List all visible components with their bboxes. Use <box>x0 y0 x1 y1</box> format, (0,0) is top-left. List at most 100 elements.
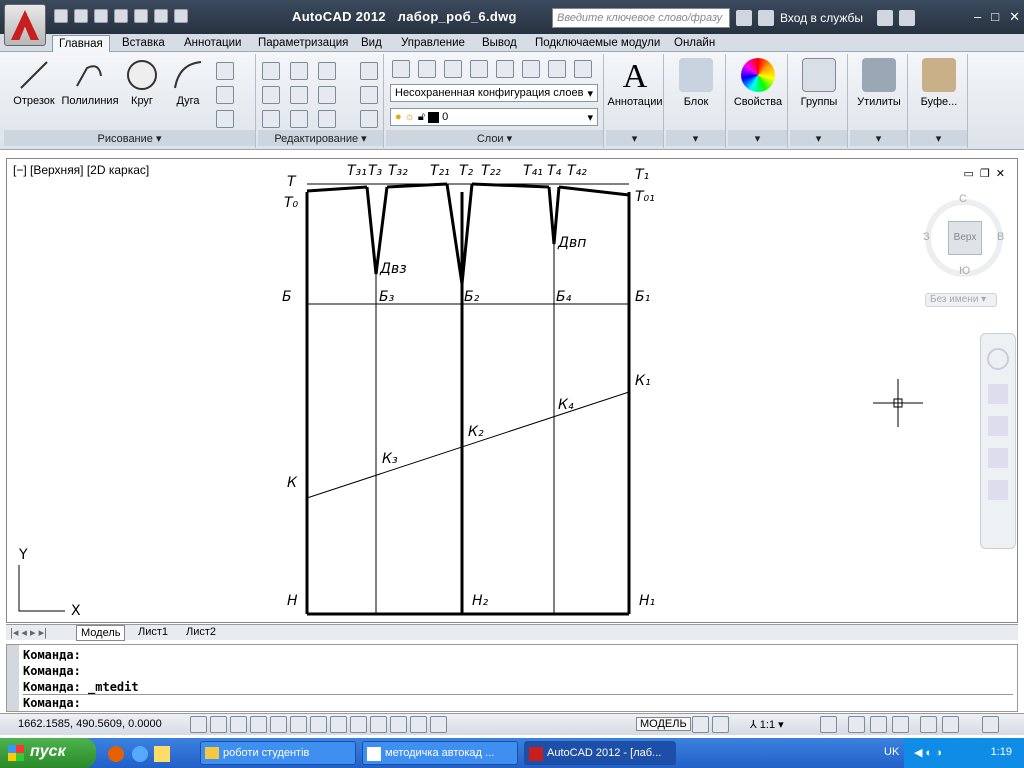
tab-output[interactable]: Вывод <box>476 35 523 52</box>
undo-icon[interactable] <box>154 9 168 23</box>
command-input[interactable]: Команда: <box>23 694 1013 711</box>
tray-icons[interactable]: ◀ ◐ ◑ <box>914 746 958 759</box>
pan-hand-icon[interactable] <box>988 384 1008 404</box>
clipboard-panel[interactable]: Буфе... ▾ <box>910 54 968 148</box>
ducs-icon[interactable] <box>350 716 367 733</box>
login-link[interactable]: Вход в службы <box>780 11 863 25</box>
layer-state-icon[interactable] <box>418 60 436 78</box>
annotation-panel[interactable]: A Аннотации ▾ <box>606 54 664 148</box>
taskbar-autocad-button[interactable]: AutoCAD 2012 - [лаб... <box>524 741 676 765</box>
tab-layout2[interactable]: Лист2 <box>182 626 220 638</box>
close-icon[interactable]: ✕ <box>1009 9 1020 25</box>
tab-nav-arrows[interactable]: |◂ ◂ ▸ ▸| <box>10 626 47 639</box>
modify-panel-title[interactable]: Редактирование ▾ <box>258 130 383 146</box>
command-grip[interactable] <box>7 645 19 711</box>
tab-view[interactable]: Вид <box>355 35 388 52</box>
start-button[interactable]: пуск <box>0 738 96 768</box>
workspace-gear-icon[interactable] <box>848 716 865 733</box>
explode-icon[interactable] <box>360 86 378 104</box>
3dosnap-icon[interactable] <box>310 716 327 733</box>
scale-icon[interactable] <box>290 110 308 128</box>
otrack-icon[interactable] <box>330 716 347 733</box>
viewcube-north[interactable]: С <box>959 193 967 205</box>
ortho-icon[interactable] <box>250 716 267 733</box>
save-as-icon[interactable] <box>114 9 128 23</box>
circle-tool[interactable]: Круг <box>122 58 162 107</box>
tab-parametric[interactable]: Параметризация <box>252 35 354 52</box>
tab-insert[interactable]: Вставка <box>116 35 171 52</box>
tab-home[interactable]: Главная <box>52 35 110 52</box>
save-icon[interactable] <box>94 9 108 23</box>
viewcube-south[interactable]: Ю <box>959 265 970 277</box>
hardware-acceleration-icon[interactable] <box>892 716 909 733</box>
exchange-icon[interactable] <box>877 10 893 26</box>
tab-plugins[interactable]: Подключаемые модули <box>529 35 666 52</box>
taskbar-word-button[interactable]: методичка автокад ... <box>362 741 518 765</box>
model-space-button[interactable]: МОДЕЛЬ <box>636 717 691 731</box>
minimize-icon[interactable]: – <box>974 9 981 25</box>
viewcube-east[interactable]: В <box>997 231 1004 243</box>
line-tool[interactable]: Отрезок <box>10 58 58 107</box>
trim-icon[interactable] <box>318 62 336 80</box>
layer-state-select[interactable]: Несохраненная конфигурация слоев ▾ <box>390 84 598 102</box>
polyline-tool[interactable]: Полилиния <box>60 58 120 107</box>
new-icon[interactable] <box>54 9 68 23</box>
redo-icon[interactable] <box>174 9 188 23</box>
array-icon[interactable] <box>318 110 336 128</box>
annotation-visibility-icon[interactable] <box>820 716 837 733</box>
offset-icon[interactable] <box>360 110 378 128</box>
fillet-icon[interactable] <box>318 86 336 104</box>
showmotion-icon[interactable] <box>988 480 1008 500</box>
tab-online[interactable]: Онлайн <box>668 35 721 52</box>
ucs-menu[interactable]: Без имени ▾ <box>925 293 997 307</box>
annotation-scale[interactable]: ⅄ 1:1 ▾ <box>750 718 784 731</box>
hatch-icon[interactable] <box>216 110 234 128</box>
block-panel[interactable]: Блок ▾ <box>666 54 726 148</box>
restore-icon[interactable]: □ <box>991 9 999 25</box>
tab-model[interactable]: Модель <box>76 625 126 641</box>
tab-annotate[interactable]: Аннотации <box>178 35 247 52</box>
isolate-objects-icon[interactable] <box>920 716 937 733</box>
layer-off-icon[interactable] <box>470 60 488 78</box>
quick-properties-icon[interactable] <box>430 716 447 733</box>
edit-icon[interactable] <box>154 746 170 762</box>
language-indicator[interactable]: UK <box>884 746 899 758</box>
help-icon[interactable] <box>899 10 915 26</box>
drawing-viewport[interactable]: [−] [Верхняя] [2D каркас] Т Т₀ Т₃₁ Т₃ Т₃… <box>6 158 1018 623</box>
orbit-icon[interactable] <box>988 448 1008 468</box>
groups-panel[interactable]: Группы ▾ <box>790 54 848 148</box>
dyn-icon[interactable] <box>370 716 387 733</box>
rotate-icon[interactable] <box>290 62 308 80</box>
arc-tool[interactable]: Дуга <box>168 58 208 107</box>
zoom-extents-icon[interactable] <box>988 416 1008 436</box>
taskbar-folder-button[interactable]: роботи студентів <box>200 741 356 765</box>
properties-panel[interactable]: Свойства ▾ <box>728 54 788 148</box>
quick-view-layouts-icon[interactable] <box>692 716 709 733</box>
firefox-icon[interactable] <box>108 746 124 762</box>
viewcube[interactable]: Верх С Ю З В <box>921 193 1009 281</box>
layer-lock-icon[interactable] <box>522 60 540 78</box>
erase-icon[interactable] <box>360 62 378 80</box>
user-icon[interactable] <box>758 10 774 26</box>
viewport-close-icon[interactable]: ✕ <box>996 167 1005 180</box>
viewport-restore-icon[interactable]: ❐ <box>980 167 990 180</box>
tab-manage[interactable]: Управление <box>395 35 471 52</box>
binoculars-icon[interactable] <box>736 10 752 26</box>
layer-freeze-icon[interactable] <box>496 60 514 78</box>
snap-icon[interactable] <box>210 716 227 733</box>
osnap-icon[interactable] <box>290 716 307 733</box>
infer-constraints-icon[interactable] <box>190 716 207 733</box>
layer-properties-icon[interactable] <box>392 60 410 78</box>
quick-view-drawings-icon[interactable] <box>712 716 729 733</box>
transparency-icon[interactable] <box>410 716 427 733</box>
clean-screen-icon[interactable] <box>982 716 999 733</box>
coordinates-display[interactable]: 1662.1585, 490.5609, 0.0000 <box>18 718 162 730</box>
ie-icon[interactable] <box>132 746 148 762</box>
ellipse-icon[interactable] <box>216 86 234 104</box>
layer-match-icon[interactable] <box>548 60 566 78</box>
draw-panel-title[interactable]: Рисование ▾ <box>4 130 255 146</box>
utilities-panel[interactable]: Утилиты ▾ <box>850 54 908 148</box>
lock-icon[interactable] <box>870 716 887 733</box>
stretch-icon[interactable] <box>262 110 280 128</box>
layer-previous-icon[interactable] <box>574 60 592 78</box>
